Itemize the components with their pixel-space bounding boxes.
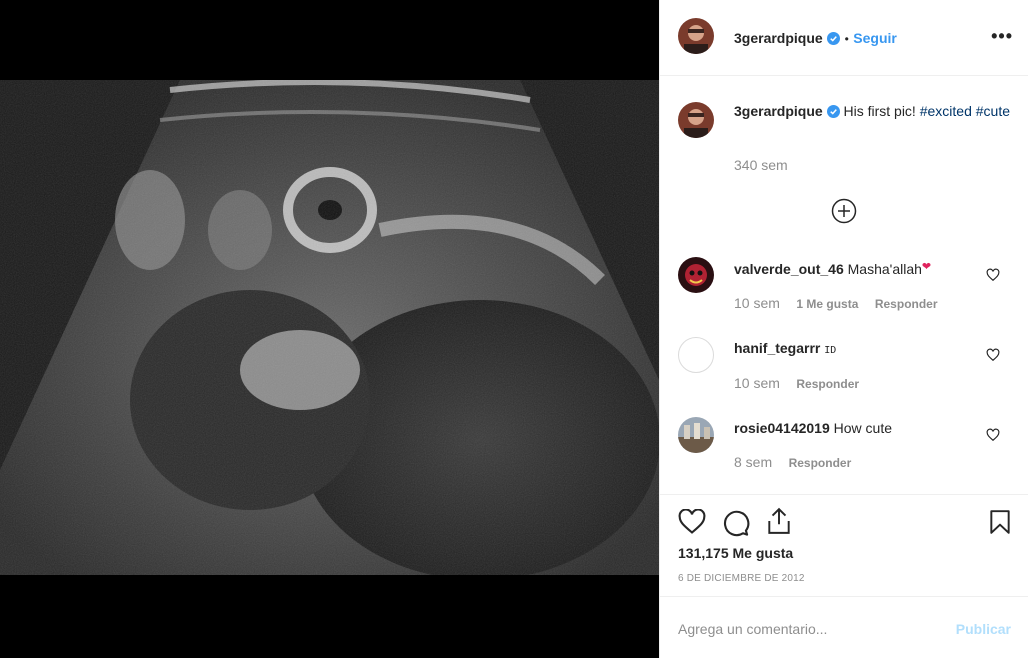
comment-input[interactable]: Agrega un comentario... xyxy=(678,621,827,637)
avatar[interactable] xyxy=(678,18,714,54)
reply-button[interactable]: Responder xyxy=(875,297,938,311)
comment-username[interactable]: valverde_out_46 xyxy=(734,261,844,277)
post-side-panel: 3gerardpique • Seguir ••• 3gerardpique H… xyxy=(659,0,1028,658)
more-options-button[interactable]: ••• xyxy=(991,26,1013,47)
comment-time[interactable]: 8 sem xyxy=(734,454,772,470)
plus-circle-icon xyxy=(831,198,857,224)
reply-button[interactable]: Responder xyxy=(789,456,852,470)
comment-text: How cute xyxy=(833,420,893,436)
post-username[interactable]: 3gerardpique xyxy=(734,30,823,46)
post-media[interactable] xyxy=(0,0,659,658)
load-more-comments-button[interactable] xyxy=(831,198,857,224)
comment-username[interactable]: hanif_tegarrr xyxy=(734,340,820,356)
like-heart-icon[interactable] xyxy=(678,509,706,535)
share-icon[interactable] xyxy=(766,507,792,535)
post-date: 6 DE DICIEMBRE DE 2012 xyxy=(678,573,805,584)
caption-avatar[interactable] xyxy=(678,102,714,138)
publish-button[interactable]: Publicar xyxy=(956,621,1011,637)
caption-time[interactable]: 340 sem xyxy=(734,157,788,173)
add-comment-bar: Agrega un comentario... Publicar xyxy=(660,596,1028,659)
separator-dot: • xyxy=(844,32,849,46)
comment-avatar[interactable] xyxy=(678,337,714,373)
verified-badge-icon xyxy=(827,32,841,50)
follow-button[interactable]: Seguir xyxy=(853,30,897,46)
comment-bubble-icon[interactable] xyxy=(722,509,750,537)
comment-text: ID xyxy=(824,345,837,356)
comment-like-heart-icon[interactable] xyxy=(986,428,1000,442)
verified-badge-icon xyxy=(826,104,840,123)
hashtag-cute[interactable]: #cute xyxy=(976,103,1010,119)
caption: 3gerardpique His first pic! #excited #cu… xyxy=(734,102,1014,123)
comment-time[interactable]: 10 sem xyxy=(734,295,780,311)
likes-count[interactable]: 131,175 Me gusta xyxy=(678,545,793,561)
heart-emoji-icon: ❤ xyxy=(921,261,932,273)
comment-time[interactable]: 10 sem xyxy=(734,375,780,391)
comment-text: Masha'allah xyxy=(847,261,922,277)
hashtag-excited[interactable]: #excited xyxy=(920,103,972,119)
bookmark-icon[interactable] xyxy=(989,509,1011,535)
caption-username[interactable]: 3gerardpique xyxy=(734,103,823,119)
caption-text: His first pic! xyxy=(843,103,916,119)
comment-username[interactable]: rosie04142019 xyxy=(734,420,830,436)
comment-likes[interactable]: 1 Me gusta xyxy=(796,297,858,311)
reply-button[interactable]: Responder xyxy=(796,377,859,391)
post-header: 3gerardpique • Seguir ••• xyxy=(660,0,1028,76)
comment-like-heart-icon[interactable] xyxy=(986,268,1000,282)
action-bar xyxy=(660,494,1028,537)
ultrasound-image xyxy=(0,80,659,575)
comment-avatar[interactable] xyxy=(678,417,714,453)
comment-like-heart-icon[interactable] xyxy=(986,348,1000,362)
comment-avatar[interactable] xyxy=(678,257,714,293)
